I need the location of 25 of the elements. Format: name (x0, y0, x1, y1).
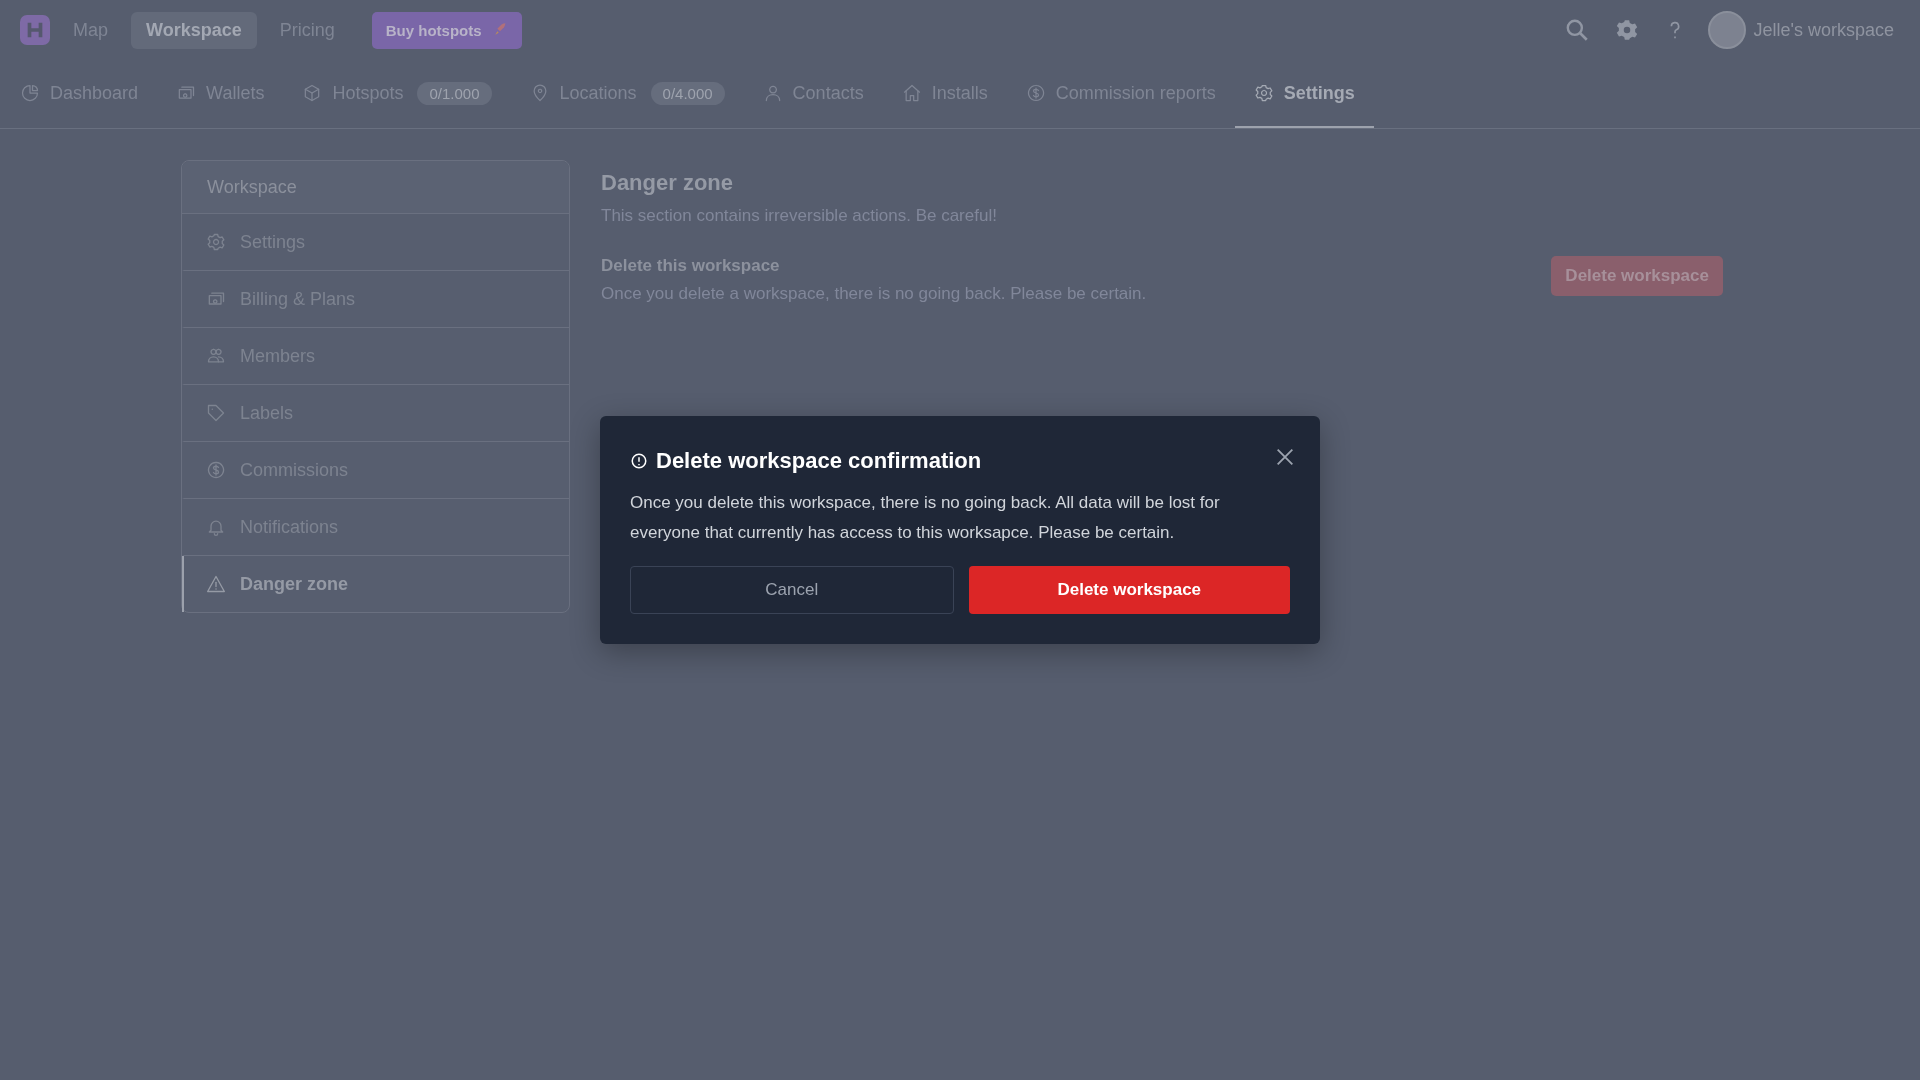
alert-icon (630, 452, 648, 470)
tab-icon (20, 83, 40, 103)
cancel-button[interactable]: Cancel (630, 566, 954, 614)
confirm-delete-button[interactable]: Delete workspace (968, 566, 1290, 614)
tab-icon (1025, 83, 1046, 103)
nav-link[interactable]: Workspace (131, 11, 257, 49)
dialog-title: Delete workspace confirmation (656, 448, 982, 474)
menu-item-icon (206, 232, 226, 252)
tab[interactable]: Settings (1234, 60, 1374, 128)
buy-hotspots-button[interactable]: Buy hotspots (371, 11, 522, 49)
count-badge: 0/1.000 (417, 81, 492, 105)
close-icon[interactable] (1274, 446, 1296, 468)
tab-icon (901, 83, 922, 103)
section-title: Danger zone (601, 170, 735, 196)
menu-item-icon (206, 460, 226, 480)
menu-item-icon (206, 403, 226, 423)
menu-item-icon (206, 574, 226, 594)
count-badge: 0/4.000 (650, 81, 725, 105)
dialog-message: Once you delete this workspace, there is no going back. All data will be lost for everyone that currently has access to this worksapce. Please be certain. (630, 492, 1221, 544)
workspace-switcher[interactable]: Jelle's workspace (1753, 19, 1894, 41)
menu-item[interactable]: Danger zone (182, 556, 569, 612)
logo-icon[interactable] (20, 15, 50, 45)
avatar[interactable] (1707, 11, 1746, 49)
menu-item-icon (206, 346, 226, 366)
tab-icon (1253, 83, 1274, 103)
